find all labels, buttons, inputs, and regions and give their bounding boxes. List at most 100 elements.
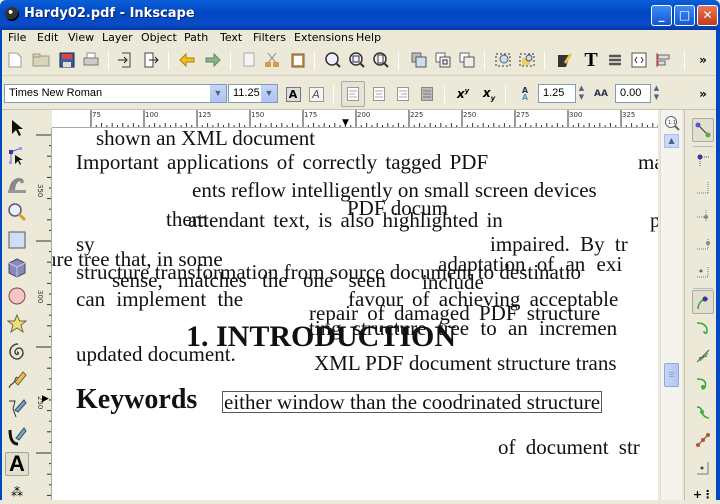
- export-icon[interactable]: [142, 51, 160, 69]
- align-right-button[interactable]: [394, 85, 412, 103]
- redo-icon[interactable]: [204, 51, 222, 69]
- rectangle-tool[interactable]: [5, 228, 29, 252]
- text-font-icon[interactable]: T: [582, 49, 600, 71]
- menu-edit[interactable]: Edit: [37, 31, 58, 44]
- print-icon[interactable]: [82, 51, 100, 69]
- undo-icon[interactable]: [178, 51, 196, 69]
- selected-text-frame[interactable]: either window than the coodrinated struc…: [222, 391, 603, 413]
- letter-spacing-stepper[interactable]: ▲ ▼: [651, 84, 662, 103]
- zoom-selection-icon[interactable]: [324, 51, 342, 69]
- ellipse-tool[interactable]: [5, 284, 29, 308]
- menu-layer[interactable]: Layer: [102, 31, 133, 44]
- star-tool[interactable]: [5, 312, 29, 336]
- paste-icon[interactable]: [289, 51, 307, 69]
- line-spacing-input[interactable]: 1.25: [538, 84, 576, 103]
- canvas-text[interactable]: of document str: [498, 435, 640, 460]
- menu-object[interactable]: Object: [141, 31, 177, 44]
- vertical-scrollbar[interactable]: 1:1 ▲: [660, 110, 682, 500]
- minimize-button[interactable]: _: [651, 5, 672, 26]
- duplicate-icon[interactable]: [410, 51, 428, 69]
- canvas-text[interactable]: ma: [638, 150, 658, 175]
- snap-paths-button[interactable]: [693, 318, 713, 338]
- import-icon[interactable]: [116, 51, 134, 69]
- canvas-text[interactable]: Important applications of correctly tagg…: [76, 150, 488, 175]
- italic-button[interactable]: A: [307, 85, 325, 103]
- enable-snapping-button[interactable]: [692, 118, 714, 142]
- menu-help[interactable]: Help: [356, 31, 381, 44]
- snap-rotation-center-button[interactable]: +⋮: [693, 484, 713, 504]
- horizontal-ruler[interactable]: 75 100 125 150 175 200 225 250 275 300 3…: [52, 110, 658, 128]
- chevron-down-icon[interactable]: ▼: [261, 85, 277, 102]
- canvas-text[interactable]: XML PDF document structure trans: [314, 351, 617, 376]
- pencil-tool[interactable]: [5, 368, 29, 392]
- selector-tool[interactable]: [5, 116, 29, 140]
- snap-line-midpoints-button[interactable]: [693, 430, 713, 450]
- copy-icon[interactable]: [240, 51, 258, 69]
- vertical-ruler[interactable]: 350 300 250 ▶: [36, 128, 52, 500]
- calligraphy-tool[interactable]: [5, 424, 29, 448]
- menu-filters[interactable]: Filters: [253, 31, 286, 44]
- line-spacing-stepper[interactable]: ▲ ▼: [576, 84, 587, 103]
- snap-cusp-nodes-button[interactable]: [693, 374, 713, 394]
- menu-view[interactable]: View: [68, 31, 94, 44]
- ungroup-icon[interactable]: [518, 51, 536, 69]
- snap-path-intersections-button[interactable]: [693, 346, 713, 366]
- layers-icon[interactable]: [606, 51, 624, 69]
- toolbar-overflow-button[interactable]: »: [694, 51, 712, 69]
- drawing-canvas[interactable]: shown an XML document Important applicat…: [52, 128, 658, 500]
- chevron-down-icon[interactable]: ▼: [210, 85, 226, 102]
- snap-bbox-edge-button[interactable]: [693, 178, 713, 198]
- scrollbar-thumb[interactable]: [664, 363, 679, 387]
- snap-bbox-button[interactable]: [693, 150, 713, 170]
- text-toolbar-overflow-button[interactable]: »: [694, 85, 712, 103]
- subscript-button[interactable]: xy: [480, 85, 498, 103]
- menu-extensions[interactable]: Extensions: [294, 31, 354, 44]
- keywords-heading[interactable]: Keywords: [76, 384, 197, 416]
- clone-icon[interactable]: [434, 51, 452, 69]
- canvas-text[interactable]: shown an XML document: [96, 128, 315, 151]
- letter-spacing-input[interactable]: 0.00: [615, 84, 651, 103]
- group-icon[interactable]: [494, 51, 512, 69]
- justify-button[interactable]: [418, 85, 436, 103]
- canvas-text[interactable]: attendant text, is also highlighted in: [188, 208, 503, 233]
- text-tool[interactable]: A: [5, 451, 29, 476]
- align-center-button[interactable]: [370, 85, 388, 103]
- zoom-tool[interactable]: [5, 200, 29, 224]
- snap-bbox-corner-button[interactable]: [693, 206, 713, 226]
- spiral-tool[interactable]: [5, 340, 29, 364]
- fill-stroke-icon[interactable]: [556, 51, 574, 69]
- pen-tool[interactable]: [5, 396, 29, 420]
- 3d-box-tool[interactable]: [5, 256, 29, 280]
- menu-path[interactable]: Path: [184, 31, 208, 44]
- cut-icon[interactable]: [263, 51, 281, 69]
- close-button[interactable]: ✕: [697, 5, 718, 26]
- canvas-text[interactable]: can implement the: [76, 287, 243, 312]
- canvas-text[interactable]: p: [650, 208, 658, 233]
- open-icon[interactable]: [32, 51, 50, 69]
- node-tool[interactable]: [5, 144, 29, 168]
- zoom-drawing-icon[interactable]: [348, 51, 366, 69]
- unlink-clone-icon[interactable]: [458, 51, 476, 69]
- scroll-up-button[interactable]: ▲: [664, 134, 679, 148]
- font-family-select[interactable]: Times New Roman ▼: [4, 84, 227, 103]
- bold-button[interactable]: A: [284, 85, 302, 103]
- canvas-text[interactable]: updated document.: [76, 342, 236, 367]
- snap-smooth-nodes-button[interactable]: [693, 402, 713, 422]
- snap-bbox-midpoint-button[interactable]: [693, 234, 713, 254]
- tweak-tool[interactable]: [5, 172, 29, 196]
- snap-bbox-center-button[interactable]: [693, 262, 713, 282]
- align-left-button[interactable]: [341, 81, 365, 107]
- menu-text[interactable]: Text: [220, 31, 242, 44]
- spray-tool[interactable]: ⁂: [5, 480, 29, 504]
- superscript-button[interactable]: xy: [454, 85, 472, 103]
- xml-editor-icon[interactable]: [630, 51, 648, 69]
- new-document-icon[interactable]: [6, 51, 24, 69]
- snap-object-center-button[interactable]: [693, 458, 713, 478]
- snap-nodes-button[interactable]: [692, 290, 714, 314]
- zoom-1-1-button[interactable]: 1:1: [663, 114, 681, 132]
- save-icon[interactable]: [58, 51, 76, 69]
- align-distribute-icon[interactable]: [654, 51, 672, 69]
- zoom-page-icon[interactable]: [372, 51, 390, 69]
- maximize-button[interactable]: □: [674, 5, 695, 26]
- menu-file[interactable]: File: [8, 31, 26, 44]
